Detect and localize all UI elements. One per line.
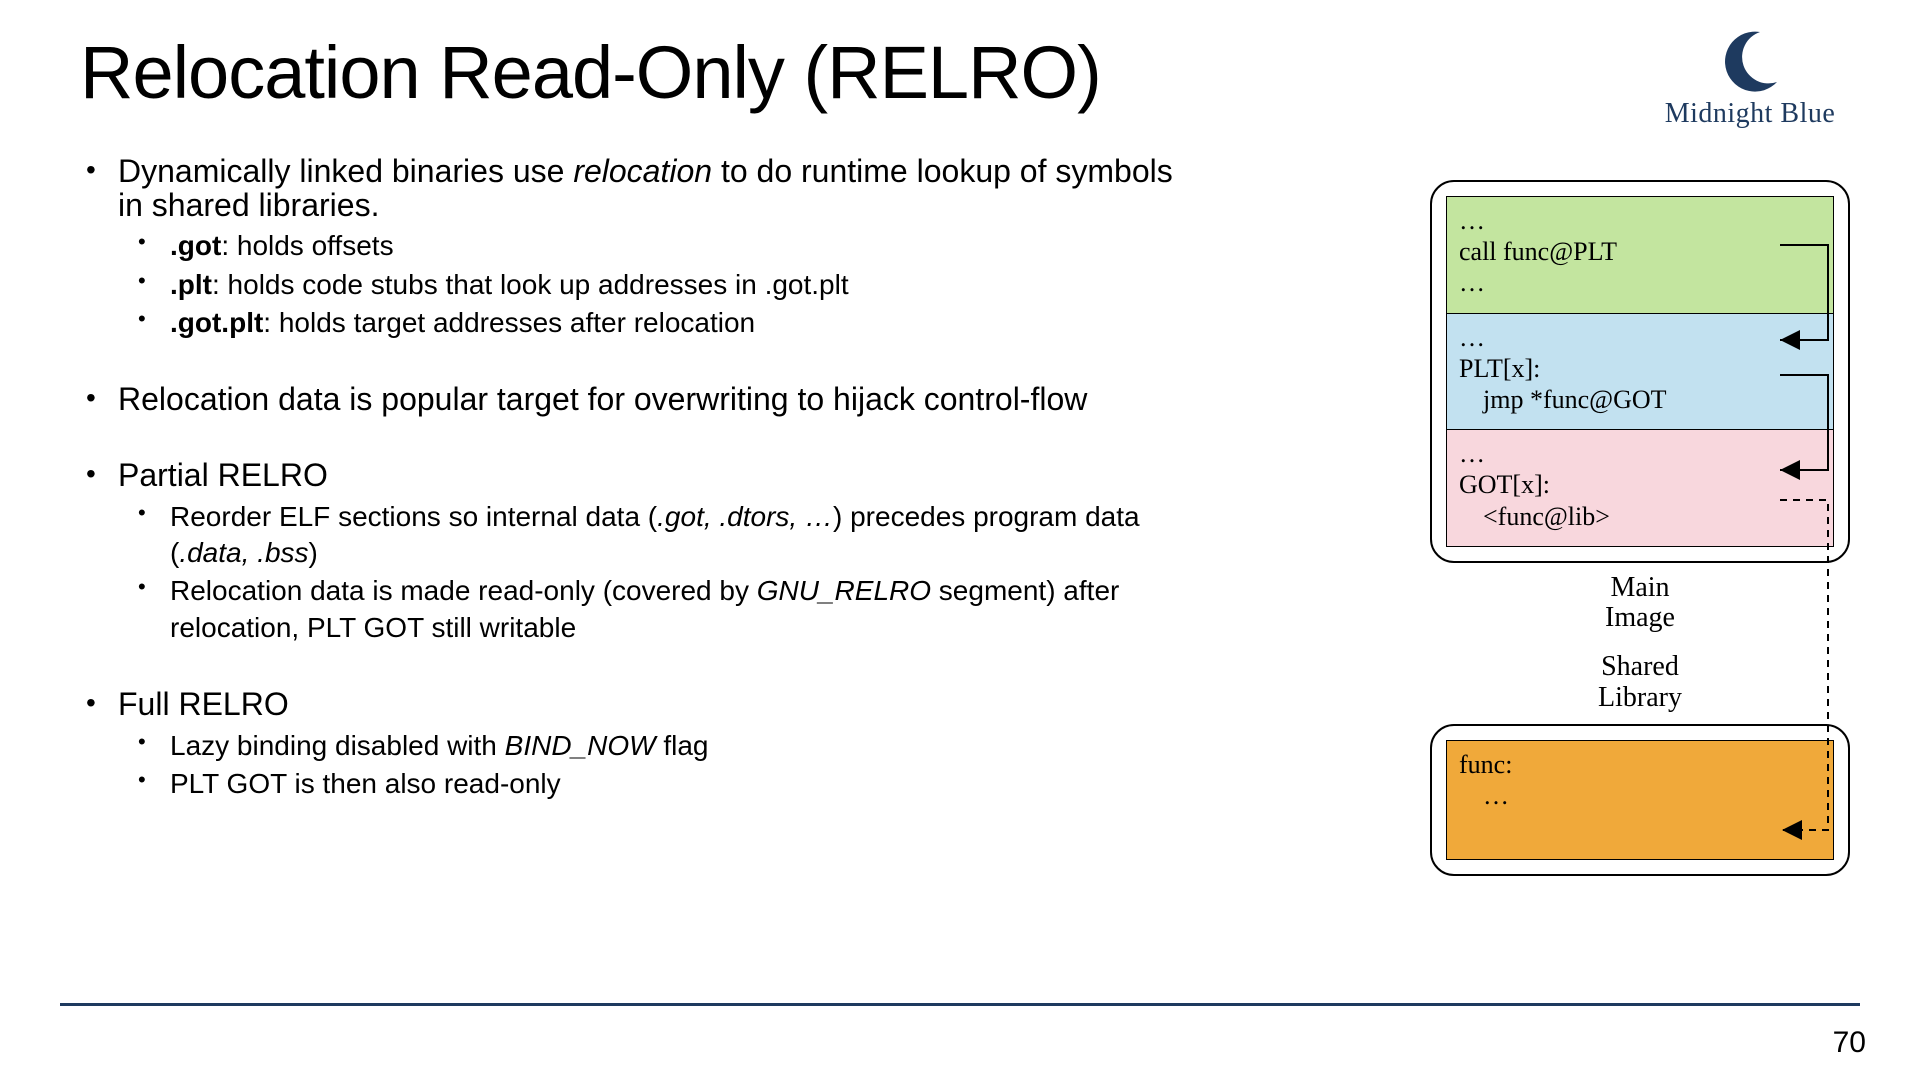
bullet-4: Full RELRO Lazy binding disabled with BI… xyxy=(80,688,1200,802)
page-number: 70 xyxy=(1833,1026,1866,1060)
bullet-3-sub-2: Relocation data is made read-only (cover… xyxy=(118,573,1200,646)
diagram-arrows xyxy=(1430,180,1850,980)
bullet-4-sub-2: PLT GOT is then also read-only xyxy=(118,766,1200,802)
logo-text: Midnight Blue xyxy=(1650,98,1850,130)
slide-title: Relocation Read-Only (RELRO) xyxy=(80,30,1860,115)
bullet-3: Partial RELRO Reorder ELF sections so in… xyxy=(80,459,1200,646)
slide: Midnight Blue Relocation Read-Only (RELR… xyxy=(0,0,1920,1080)
moon-icon xyxy=(1715,28,1785,92)
diagram: … call func@PLT … … PLT[x]: jmp *func@GO… xyxy=(1430,180,1850,876)
slide-content: Dynamically linked binaries use relocati… xyxy=(80,155,1200,802)
bullet-4-sub-1: Lazy binding disabled with BIND_NOW flag xyxy=(118,728,1200,764)
bullet-1-sub-1: .got: holds offsets xyxy=(118,228,1200,264)
bullet-1-sub-3: .got.plt: holds target addresses after r… xyxy=(118,305,1200,341)
logo: Midnight Blue xyxy=(1650,28,1850,130)
bullet-3-sub-1: Reorder ELF sections so internal data (.… xyxy=(118,499,1200,572)
footer-divider xyxy=(60,1003,1860,1006)
bullet-2: Relocation data is popular target for ov… xyxy=(80,383,1200,417)
bullet-1-sub-2: .plt: holds code stubs that look up addr… xyxy=(118,267,1200,303)
bullet-1: Dynamically linked binaries use relocati… xyxy=(80,155,1200,341)
